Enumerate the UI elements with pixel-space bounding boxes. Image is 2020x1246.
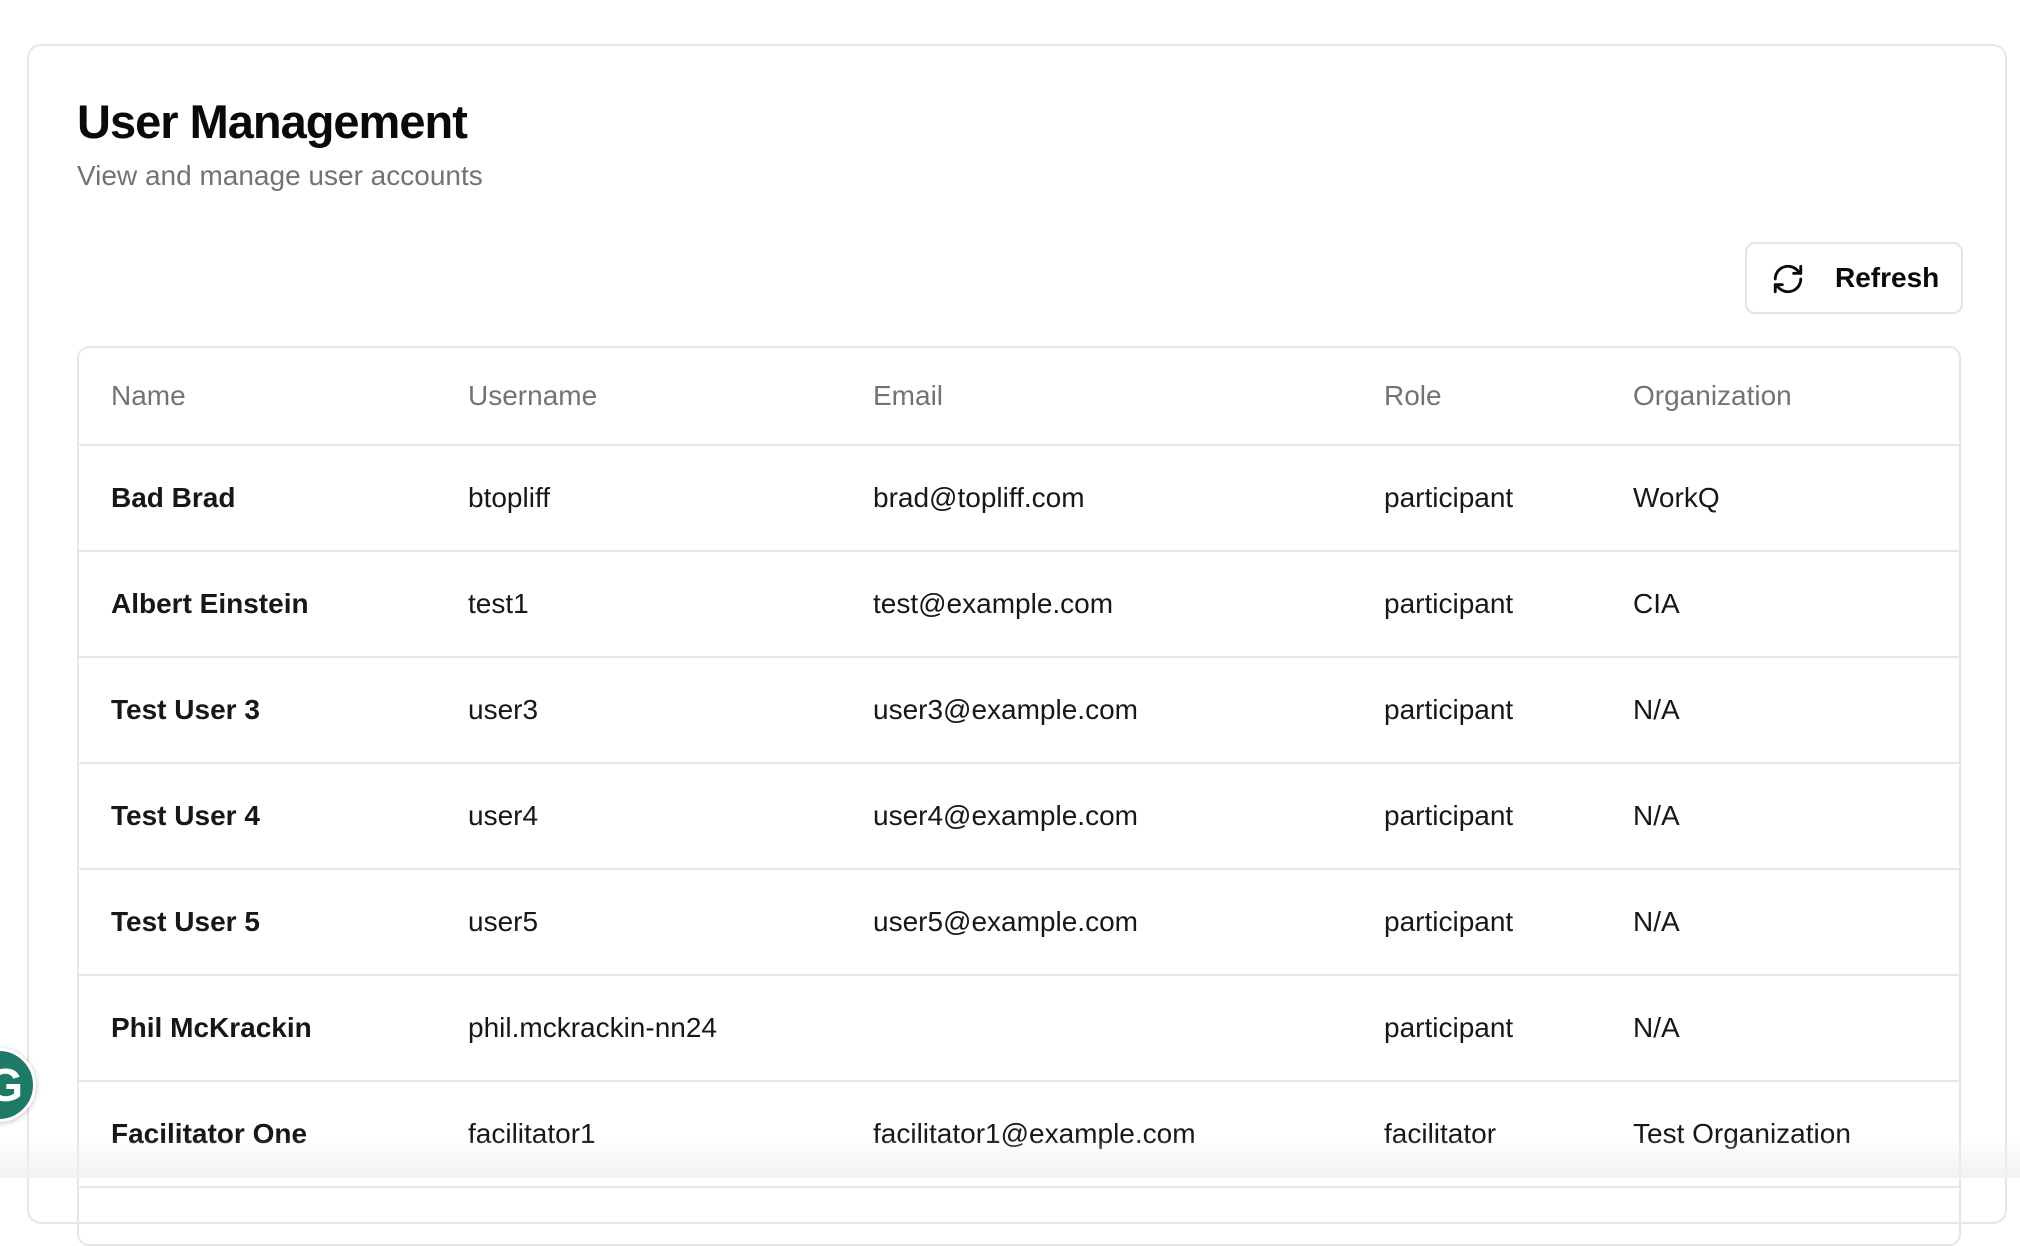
cell-role: participant [1384,658,1513,762]
cell-organization: N/A [1633,976,1680,1080]
cell-role: participant [1384,446,1513,550]
page-subtitle: View and manage user accounts [77,160,483,192]
cell-role: participant [1384,870,1513,974]
page-title: User Management [77,94,467,149]
cell-role: participant [1384,976,1513,1080]
cell-organization: N/A [1633,658,1680,762]
cell-email: facilitator1@example.com [873,1082,1196,1186]
table-row[interactable]: Phil McKrackin phil.mckrackin-nn24 parti… [79,976,1959,1082]
cell-name: Test User 4 [111,764,260,868]
cell-name: Albert Einstein [111,552,309,656]
refresh-button[interactable]: Refresh [1745,242,1963,314]
column-header-email[interactable]: Email [873,348,943,444]
table-row[interactable]: Facilitator One facilitator1 facilitator… [79,1082,1959,1188]
cell-email: user3@example.com [873,658,1138,762]
cell-username: user5 [468,870,538,974]
cell-name: Test User 5 [111,870,260,974]
cell-email: user5@example.com [873,870,1138,974]
column-header-username[interactable]: Username [468,348,597,444]
refresh-icon [1771,262,1805,296]
refresh-label: Refresh [1835,262,1939,294]
cell-organization: Test Organization [1633,1082,1851,1186]
grammarly-icon: G [0,1058,23,1112]
cell-name: Phil McKrackin [111,976,312,1080]
column-header-role[interactable]: Role [1384,348,1442,444]
table-header-row: Name Username Email Role Organization [79,348,1959,446]
table-row[interactable]: Test User 3 user3 user3@example.com part… [79,658,1959,764]
column-header-organization[interactable]: Organization [1633,348,1792,444]
cell-organization: N/A [1633,870,1680,974]
cell-username: user4 [468,764,538,868]
cell-name: Facilitator One [111,1082,307,1186]
cell-username: test1 [468,552,529,656]
users-table: Name Username Email Role Organization Ba… [77,346,1961,1246]
cell-role: participant [1384,764,1513,868]
column-header-name[interactable]: Name [111,348,186,444]
cell-name: Bad Brad [111,446,235,550]
table-row[interactable]: Test User 4 user4 user4@example.com part… [79,764,1959,870]
cell-name: Test User 3 [111,658,260,762]
table-row[interactable]: Albert Einstein test1 test@example.com p… [79,552,1959,658]
cell-organization: N/A [1633,764,1680,868]
cell-role: facilitator [1384,1082,1496,1186]
cell-organization: CIA [1633,552,1680,656]
cell-email: test@example.com [873,552,1113,656]
cell-role: participant [1384,552,1513,656]
cell-email: user4@example.com [873,764,1138,868]
cell-email: brad@topliff.com [873,446,1085,550]
table-row[interactable]: Test User 5 user5 user5@example.com part… [79,870,1959,976]
cell-organization: WorkQ [1633,446,1720,550]
table-row[interactable]: Bad Brad btopliff brad@topliff.com parti… [79,446,1959,552]
cell-username: facilitator1 [468,1082,596,1186]
cell-username: btopliff [468,446,550,550]
cell-username: phil.mckrackin-nn24 [468,976,717,1080]
cell-username: user3 [468,658,538,762]
user-management-card: User Management View and manage user acc… [27,44,2007,1224]
